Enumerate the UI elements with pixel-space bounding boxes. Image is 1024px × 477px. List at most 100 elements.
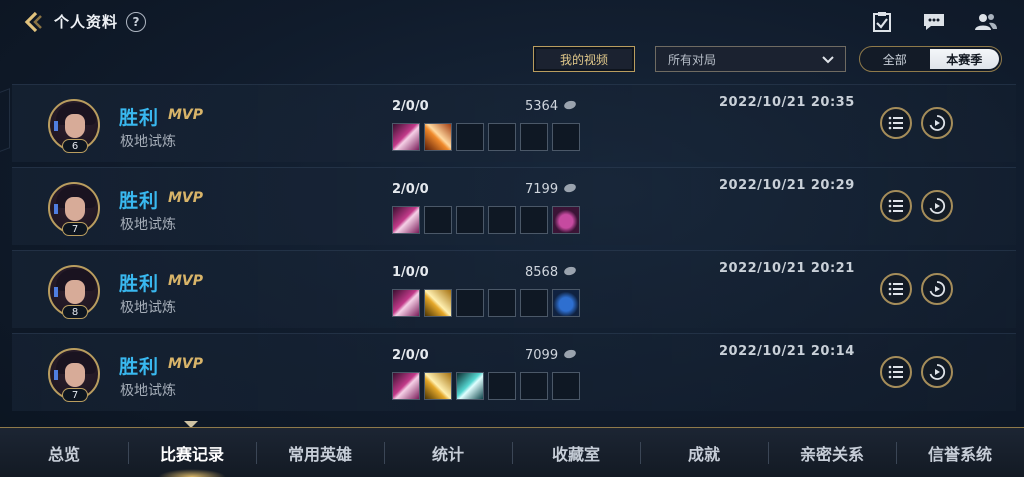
empty-item-slot [424, 206, 452, 234]
empty-item-slot [520, 372, 548, 400]
item-icon [392, 123, 420, 151]
gold-icon [563, 265, 577, 277]
hero-level-badge: 8 [62, 305, 88, 319]
empty-item-slot [488, 289, 516, 317]
back-icon [24, 11, 42, 33]
gold-value: 7099 [525, 348, 559, 363]
item-slots [392, 372, 580, 400]
replay-button[interactable] [921, 190, 953, 222]
match-date: 2022/10/21 20:14 [719, 344, 855, 359]
gold-icon [563, 182, 577, 194]
item-icon [424, 372, 452, 400]
tab-1[interactable]: 总览 [0, 428, 128, 477]
empty-item-slot [488, 372, 516, 400]
kda-score: 2/0/0 [392, 182, 429, 197]
game-mode: 极地试炼 [120, 300, 176, 316]
my-videos-button[interactable]: 我的视频 [533, 46, 635, 72]
match-date: 2022/10/21 20:29 [719, 178, 855, 193]
replay-icon [929, 198, 946, 214]
match-result: 胜利 [119, 356, 160, 378]
friends-icon [975, 14, 997, 30]
item-icon [392, 289, 420, 317]
match-date: 2022/10/21 20:35 [719, 95, 855, 110]
mvp-badge: MVP [168, 356, 204, 372]
empty-item-slot [488, 206, 516, 234]
season-option-all[interactable]: 全部 [860, 47, 930, 71]
tab-4[interactable]: 统计 [384, 428, 512, 477]
empty-item-slot [520, 289, 548, 317]
empty-item-slot [520, 123, 548, 151]
match-detail-button[interactable] [880, 107, 912, 139]
match-filter-dropdown[interactable]: 所有对局 [655, 46, 846, 72]
match-result: 胜利 [119, 190, 160, 212]
match-detail-button[interactable] [880, 190, 912, 222]
replay-icon [929, 364, 946, 380]
replay-button[interactable] [921, 273, 953, 305]
hero-level-badge: 7 [62, 388, 88, 402]
gold-icon [563, 99, 577, 111]
replay-icon [929, 115, 946, 131]
item-icon [552, 289, 580, 317]
kda-score: 1/0/0 [392, 265, 429, 280]
item-icon [552, 206, 580, 234]
replay-button[interactable] [921, 356, 953, 388]
bottom-tab-bar: 总览 比赛记录 常用英雄 统计 收藏室 成就 亲密关系 信誉系统 [0, 427, 1024, 477]
mvp-badge: MVP [168, 107, 204, 123]
game-mode: 极地试炼 [120, 134, 176, 150]
empty-item-slot [488, 123, 516, 151]
list-icon [888, 199, 903, 213]
gold-icon [563, 348, 577, 360]
item-icon [424, 123, 452, 151]
back-button[interactable] [18, 6, 50, 38]
match-row[interactable]: 6 胜利 MVP 极地试炼 2/0/0 5364 2022/10/21 20:3… [12, 84, 1016, 162]
task-button[interactable] [870, 10, 894, 34]
kda-score: 2/0/0 [392, 99, 429, 114]
item-slots [392, 206, 580, 234]
replay-button[interactable] [921, 107, 953, 139]
top-header: 个人资料 ? [0, 0, 1024, 44]
list-icon [888, 365, 903, 379]
item-icon [456, 372, 484, 400]
mvp-badge: MVP [168, 273, 204, 289]
match-filter-value: 所有对局 [668, 52, 717, 67]
tab-2[interactable]: 比赛记录 [128, 428, 256, 477]
item-icon [392, 206, 420, 234]
empty-item-slot [552, 372, 580, 400]
hero-level-badge: 6 [62, 139, 88, 153]
season-option-current[interactable]: 本赛季 [929, 49, 999, 69]
game-mode: 极地试炼 [120, 383, 176, 399]
list-icon [888, 282, 903, 296]
list-icon [888, 116, 903, 130]
item-icon [424, 289, 452, 317]
match-detail-button[interactable] [880, 356, 912, 388]
empty-item-slot [456, 123, 484, 151]
match-row[interactable]: 7 胜利 MVP 极地试炼 2/0/0 7099 2022/10/21 20:1… [12, 333, 1016, 411]
tab-8[interactable]: 信誉系统 [896, 428, 1024, 477]
tab-3[interactable]: 常用英雄 [256, 428, 384, 477]
match-list: 6 胜利 MVP 极地试炼 2/0/0 5364 2022/10/21 20:3… [12, 84, 1016, 416]
match-row[interactable]: 8 胜利 MVP 极地试炼 1/0/0 8568 2022/10/21 20:2… [12, 250, 1016, 328]
tab-7[interactable]: 亲密关系 [768, 428, 896, 477]
item-icon [392, 372, 420, 400]
friends-button[interactable] [974, 10, 998, 34]
match-row[interactable]: 7 胜利 MVP 极地试炼 2/0/0 7199 2022/10/21 20:2… [12, 167, 1016, 245]
item-slots [392, 289, 580, 317]
task-icon [873, 12, 891, 32]
hero-level-badge: 7 [62, 222, 88, 236]
kda-score: 2/0/0 [392, 348, 429, 363]
replay-icon [929, 281, 946, 297]
match-detail-button[interactable] [880, 273, 912, 305]
page-title: 个人资料 [54, 13, 119, 31]
tab-5[interactable]: 收藏室 [512, 428, 640, 477]
chevron-down-icon [822, 56, 834, 64]
empty-item-slot [456, 289, 484, 317]
tab-6[interactable]: 成就 [640, 428, 768, 477]
chat-icon [924, 14, 944, 30]
game-mode: 极地试炼 [120, 217, 176, 233]
help-button[interactable]: ? [126, 12, 146, 32]
chat-button[interactable] [922, 10, 946, 34]
empty-item-slot [520, 206, 548, 234]
season-toggle[interactable]: 全部 本赛季 [859, 46, 1002, 72]
match-date: 2022/10/21 20:21 [719, 261, 855, 276]
side-decoration [0, 88, 10, 152]
